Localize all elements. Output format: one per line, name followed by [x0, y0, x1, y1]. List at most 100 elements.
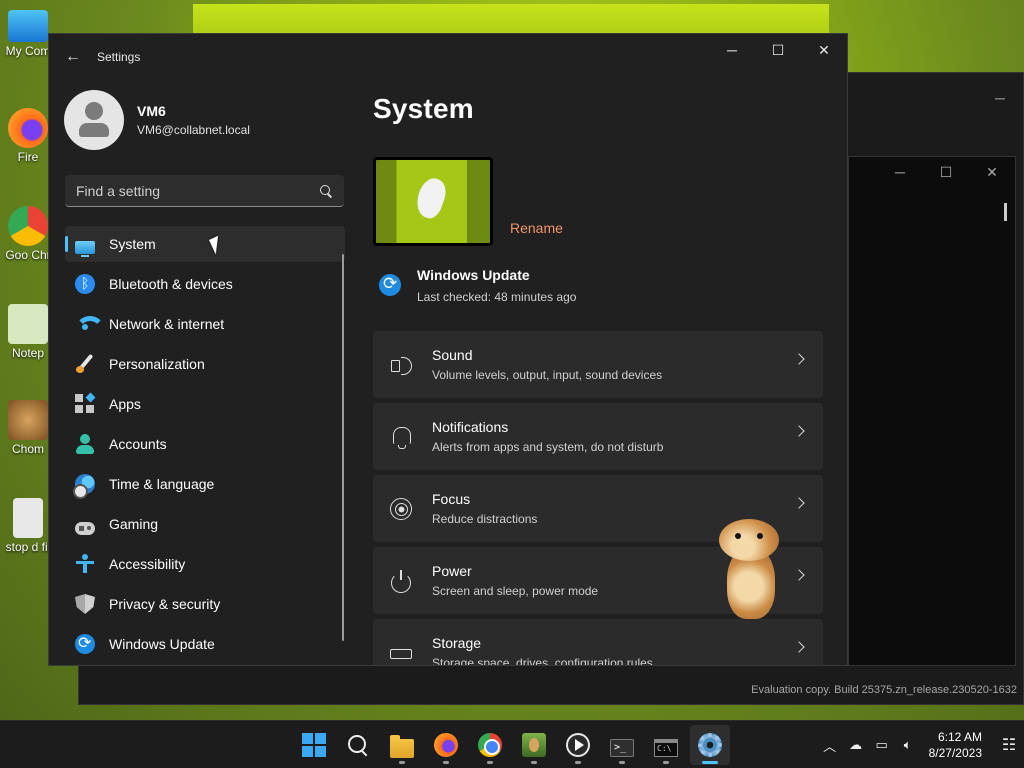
onedrive-tray-button[interactable]: ☁: [843, 729, 869, 761]
running-indicator: [619, 761, 625, 764]
settings-gear-icon: [698, 733, 722, 757]
window-controls: ─: [977, 83, 1023, 113]
search-box[interactable]: [65, 175, 344, 207]
firefox-icon: [8, 108, 48, 148]
card-desc: Reduce distractions: [432, 512, 538, 526]
rename-link[interactable]: Rename: [510, 220, 563, 236]
app-title: Settings: [97, 50, 141, 64]
close-icon: ✕: [818, 41, 830, 58]
hamster-eye: [757, 533, 763, 539]
settings-window: ← Settings ─ ☐ ✕ VM6 VM6@collabnet.local…: [48, 33, 848, 666]
sidebar-item-bluetooth[interactable]: Bluetooth & devices: [65, 266, 345, 302]
taskbar-start-button[interactable]: [294, 725, 334, 765]
sidebar-item-accounts[interactable]: Accounts: [65, 426, 345, 462]
taskbar-cmd[interactable]: [646, 725, 686, 765]
network-tray-button[interactable]: ▭: [869, 729, 895, 761]
power-icon: [390, 569, 412, 593]
taskbar: ︿ ☁ ▭ 🔈︎ 6:12 AM 8/27/2023 ☷: [0, 720, 1024, 768]
hamster-overlay[interactable]: [719, 519, 781, 623]
title-bar: ← Settings ─ ☐ ✕: [49, 34, 847, 80]
search-icon[interactable]: [320, 184, 332, 197]
sidebar-item-windows-update[interactable]: Windows Update: [65, 626, 345, 662]
sidebar-item-privacy[interactable]: Privacy & security: [65, 586, 345, 622]
taskbar-search-button[interactable]: [338, 725, 378, 765]
sidebar-item-label: Bluetooth & devices: [109, 276, 233, 292]
notepad-icon: [8, 304, 48, 344]
card-sound[interactable]: Sound Volume levels, output, input, soun…: [373, 331, 823, 398]
maximize-button[interactable]: ☐: [755, 34, 801, 66]
taskbar-apps: [292, 721, 732, 768]
hamster-icon: [8, 400, 48, 440]
chevron-up-icon: ︿: [823, 738, 837, 754]
close-button[interactable]: ✕: [969, 157, 1015, 187]
chevron-right-icon: [793, 425, 805, 437]
taskbar-settings[interactable]: [690, 725, 730, 765]
cloud-warning-icon: ☁: [849, 737, 863, 752]
close-button[interactable]: ✕: [801, 34, 847, 66]
wifi-icon: [75, 314, 105, 334]
sidebar-item-apps[interactable]: Apps: [65, 386, 345, 422]
taskbar-firefox[interactable]: [426, 725, 466, 765]
taskbar-terminal[interactable]: [602, 725, 642, 765]
maximize-button[interactable]: ☐: [923, 157, 969, 187]
apps-icon: [75, 394, 95, 414]
sidebar-item-label: Time & language: [109, 476, 215, 492]
running-indicator: [663, 761, 669, 764]
sidebar-item-time-language[interactable]: Time & language: [65, 466, 345, 502]
sidebar-item-personalization[interactable]: Personalization: [65, 346, 345, 382]
profile-text: VM6 VM6@collabnet.local: [137, 103, 250, 137]
windows-update-icon: [379, 274, 401, 296]
card-storage[interactable]: Storage Storage space, drives, configura…: [373, 619, 823, 665]
user-profile[interactable]: VM6 VM6@collabnet.local: [64, 90, 250, 150]
card-notifications[interactable]: Notifications Alerts from apps and syste…: [373, 403, 823, 470]
show-hidden-icons-button[interactable]: ︿: [817, 729, 843, 761]
taskbar-file-explorer[interactable]: [382, 725, 422, 765]
notification-center-button[interactable]: ☷: [994, 729, 1024, 761]
sidebar-item-accessibility[interactable]: Accessibility: [65, 546, 345, 582]
card-title: Power: [432, 563, 472, 579]
search-input[interactable]: [76, 182, 296, 199]
running-indicator: [575, 761, 581, 764]
firefox-icon: [434, 733, 458, 757]
avatar: [64, 90, 124, 150]
card-title: Notifications: [432, 419, 509, 435]
sidebar-scrollbar[interactable]: [342, 254, 344, 641]
minimize-button[interactable]: ─: [709, 34, 755, 66]
sidebar-item-network[interactable]: Network & internet: [65, 306, 345, 342]
windows-update-status[interactable]: Windows Update Last checked: 48 minutes …: [379, 267, 576, 304]
desktop-icon-label: My Com: [5, 44, 51, 58]
sidebar-item-gaming[interactable]: Gaming: [65, 506, 345, 542]
chrome-icon: [8, 206, 48, 246]
clock-globe-icon: [73, 474, 95, 499]
running-indicator: [443, 761, 449, 764]
sidebar-item-system[interactable]: System: [65, 226, 345, 262]
chrome-icon: [478, 733, 502, 757]
taskbar-game[interactable]: [514, 725, 554, 765]
search-icon: [346, 733, 370, 757]
storage-icon: [390, 642, 412, 664]
sidebar-item-label: System: [109, 236, 156, 252]
background-window-console[interactable]: ─ ☐ ✕: [848, 156, 1016, 666]
taskbar-media-player[interactable]: [558, 725, 598, 765]
network-icon: ▭: [875, 737, 888, 752]
monitor-icon: [8, 10, 48, 42]
taskbar-chrome[interactable]: [470, 725, 510, 765]
sidebar-item-label: Accessibility: [109, 556, 186, 572]
system-icon: [75, 240, 95, 257]
volume-tray-button[interactable]: 🔈︎: [895, 729, 921, 761]
minimize-icon: ─: [727, 42, 737, 58]
gamepad-icon: [75, 521, 95, 535]
window-controls: ─ ☐ ✕: [877, 157, 1015, 187]
back-button[interactable]: ←: [56, 40, 90, 74]
desktop-icon-label: Chom: [11, 442, 44, 456]
scrollbar-thumb[interactable]: [1004, 203, 1007, 221]
cmd-icon: [654, 739, 678, 757]
clock[interactable]: 6:12 AM 8/27/2023: [929, 729, 982, 761]
clock-date: 8/27/2023: [928, 746, 982, 760]
windows-start-icon: [302, 733, 326, 757]
speaker-icon: [390, 354, 412, 376]
minimize-button[interactable]: ─: [977, 83, 1023, 113]
account-icon: [75, 434, 95, 454]
minimize-button[interactable]: ─: [877, 157, 923, 187]
sidebar-nav: System Bluetooth & devices Network & int…: [65, 226, 345, 665]
